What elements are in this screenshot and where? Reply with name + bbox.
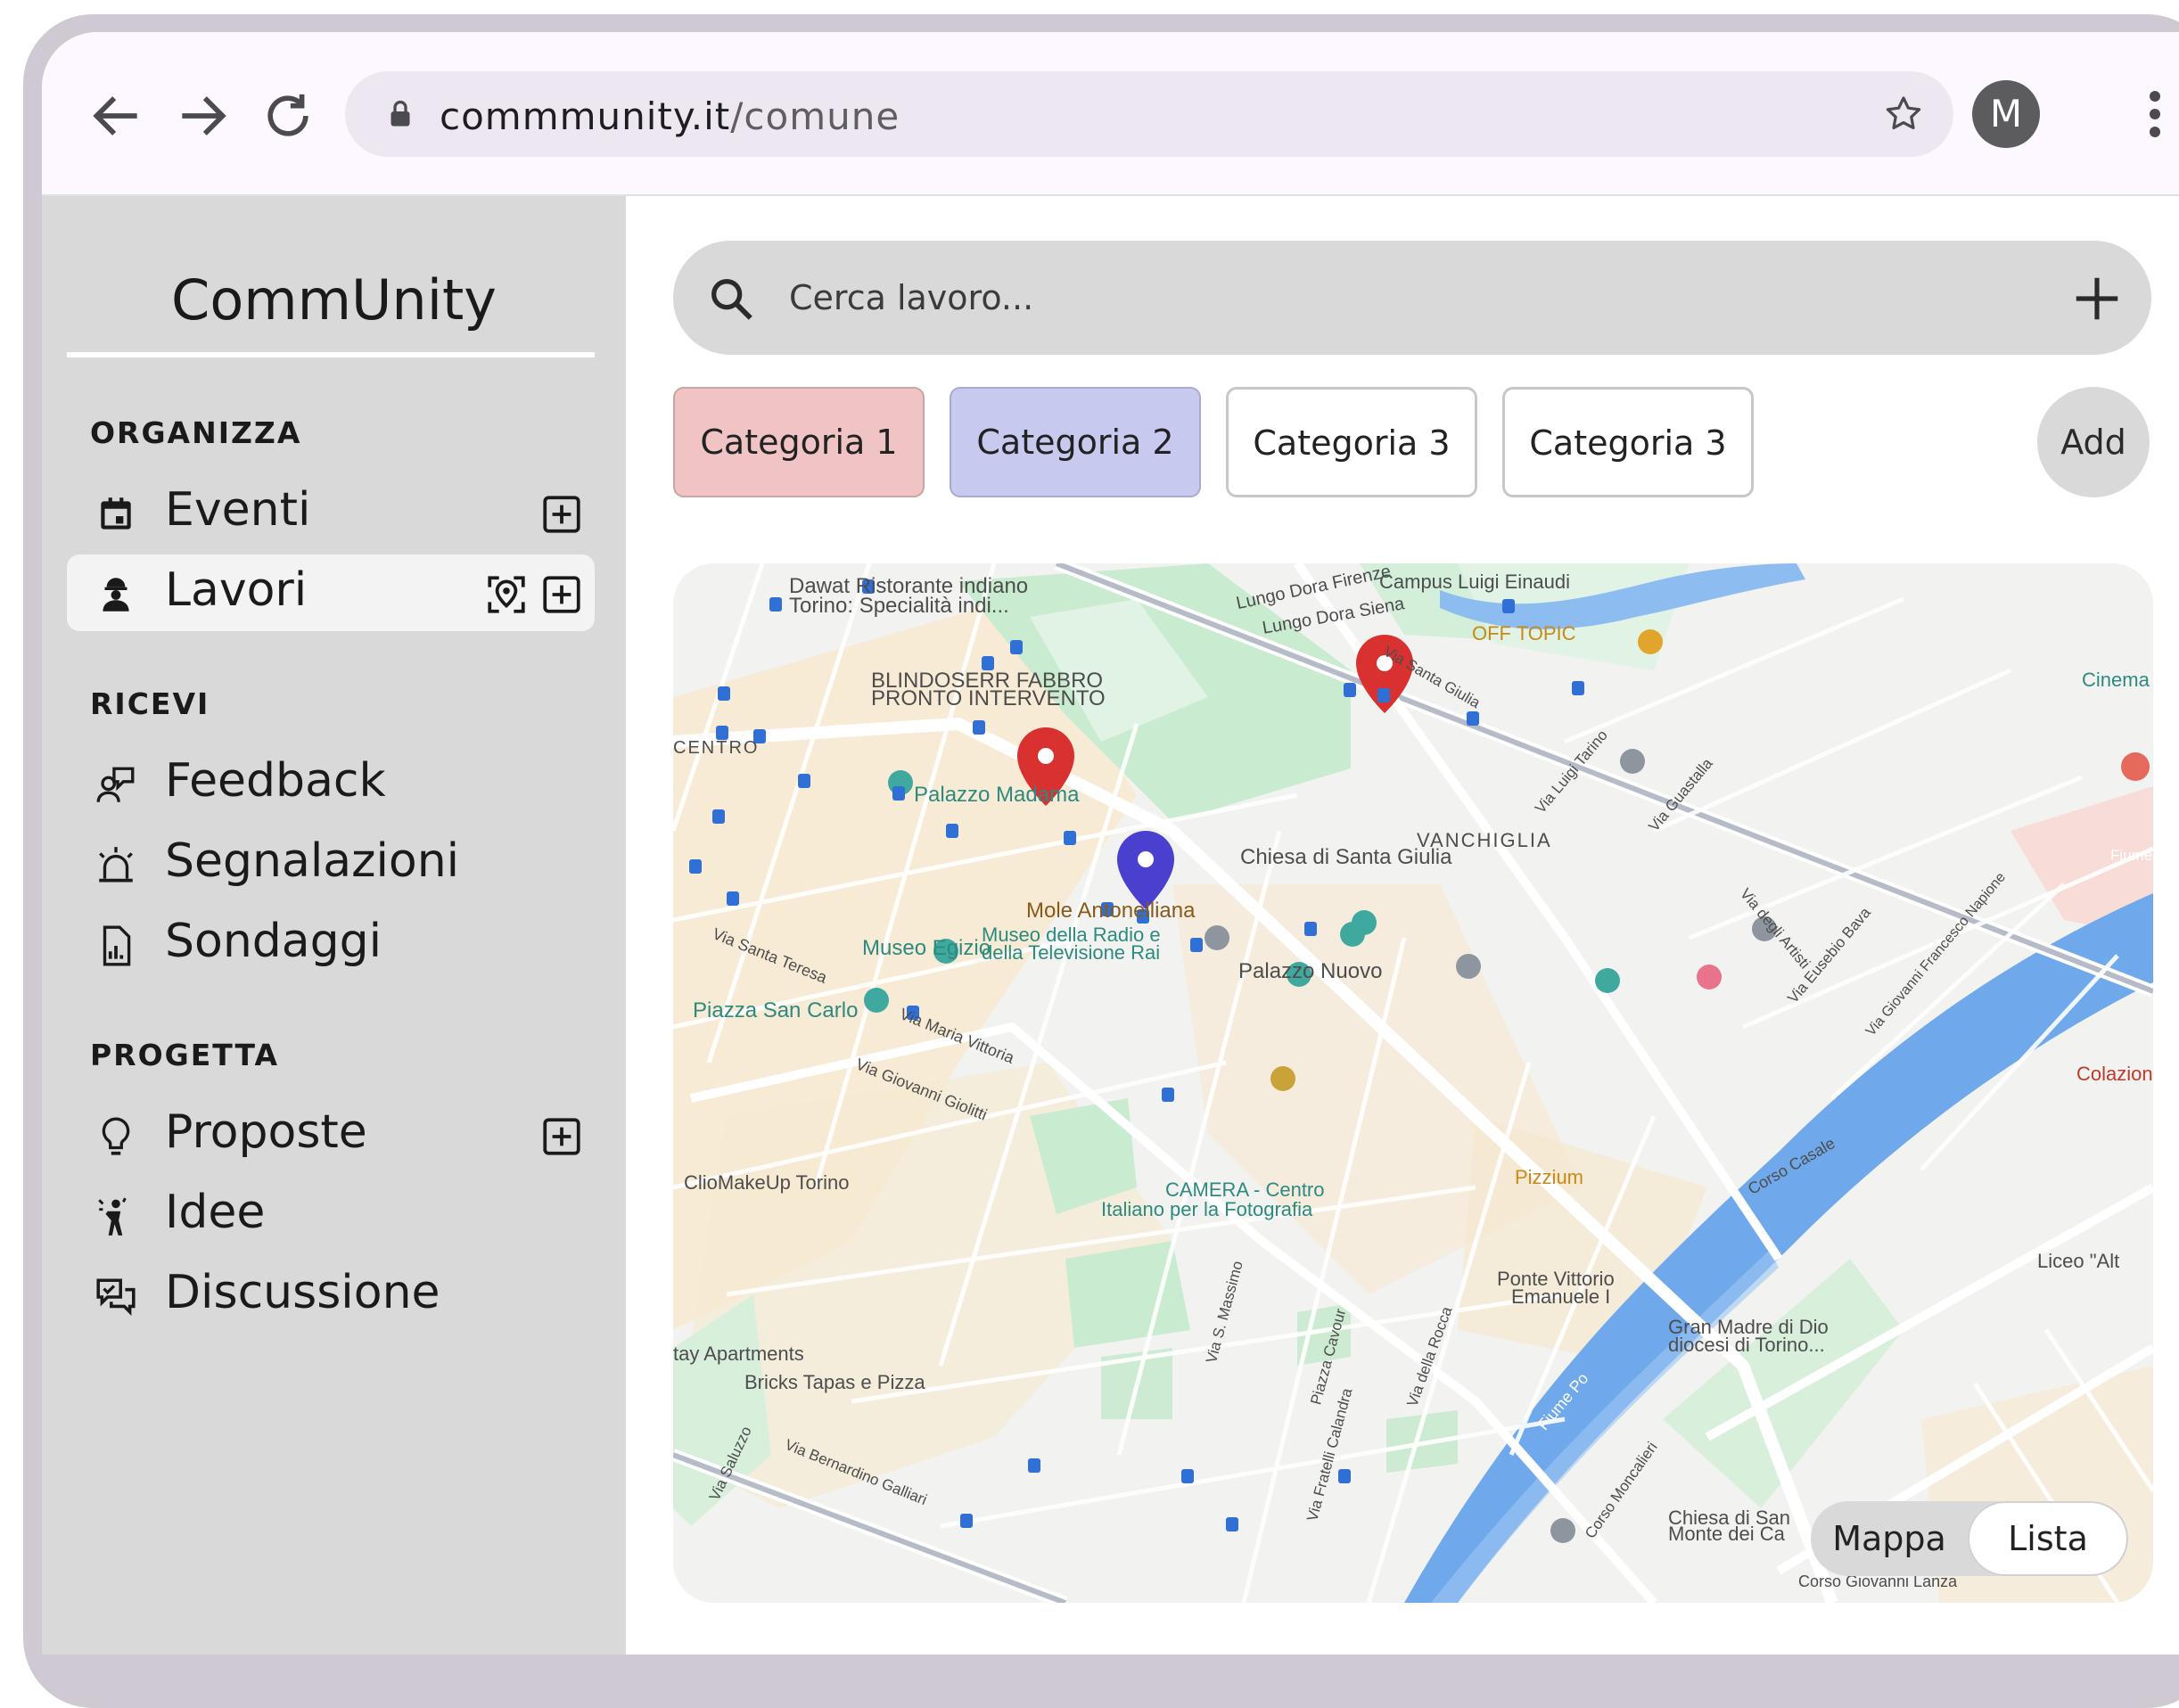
brand-divider — [67, 352, 595, 357]
address-bar[interactable]: commmunity.it/comune — [345, 71, 1953, 157]
app-screen: commmunity.it/comune M CommUnity ORGANIZ… — [42, 32, 2179, 1655]
poll-icon — [103, 925, 131, 966]
map-label: Colazion — [2076, 1063, 2153, 1085]
sidebar-item-label: Idee — [165, 1186, 266, 1239]
chip-categoria-1[interactable]: Categoria 1 — [673, 387, 925, 497]
sidebar-item-label: Lavori — [165, 563, 308, 617]
person-idea-icon — [98, 1197, 127, 1236]
section-title-progetta: PROGETTA — [90, 1038, 280, 1072]
sidebar-item-idee[interactable]: Idee — [67, 1177, 595, 1253]
map-label: della Televisione Rai — [982, 941, 1161, 964]
map-label: diocesi di Torino... — [1668, 1334, 1825, 1356]
sidebar-item-segnalazioni[interactable]: Segnalazioni — [67, 825, 595, 902]
star-icon[interactable] — [1882, 93, 1925, 135]
lock-icon — [391, 100, 410, 127]
map-label: Monte dei Ca — [1668, 1523, 1785, 1545]
calendar-icon — [101, 497, 131, 530]
map-label: ClioMakeUp Torino — [684, 1171, 850, 1194]
map-label: Italiano per la Fotografia — [1101, 1198, 1313, 1220]
sidebar-item-discussione[interactable]: Discussione — [67, 1257, 595, 1334]
sidebar: CommUnity ORGANIZZA Eventi Lavori RICEVI… — [42, 196, 626, 1655]
forum-icon — [96, 1278, 136, 1316]
map-label: Piazza San Carlo — [693, 998, 859, 1022]
map-view-button[interactable]: Mappa — [1811, 1501, 1968, 1576]
sidebar-item-proposte[interactable]: Proposte — [67, 1096, 595, 1173]
chip-categoria-3[interactable]: Categoria 3 — [1226, 387, 1477, 497]
sidebar-item-label: Discussione — [165, 1266, 440, 1319]
map-label: Emanuele I — [1511, 1285, 1611, 1308]
map-label: Cinema F — [2082, 669, 2153, 691]
sidebar-item-lavori[interactable]: Lavori — [67, 554, 595, 631]
section-title-organizza: ORGANIZZA — [90, 415, 302, 450]
siren-icon — [99, 847, 133, 883]
map-label: tay Apartments — [673, 1343, 804, 1365]
url-path: /comune — [730, 94, 900, 138]
add-category-button[interactable]: Add — [2037, 387, 2150, 497]
url-domain: commmunity.it — [440, 94, 731, 138]
map-label: Palazzo Madama — [914, 783, 1080, 807]
map-label: Torino: Specialità indi... — [789, 594, 1009, 618]
brand-title: CommUnity — [171, 267, 497, 333]
lightbulb-icon — [102, 1117, 130, 1155]
map-label: Liceo "Alt — [2037, 1250, 2120, 1272]
location-scan-icon[interactable] — [484, 572, 529, 617]
search-bar[interactable]: Cerca lavoro... — [673, 241, 2151, 355]
browser-toolbar: commmunity.it/comune M — [42, 32, 2179, 196]
more-vert-icon[interactable] — [2142, 87, 2168, 141]
sidebar-item-sondaggi[interactable]: Sondaggi — [67, 906, 595, 982]
add-box-icon[interactable] — [539, 492, 584, 537]
add-box-icon[interactable] — [539, 1114, 584, 1159]
map-label: Pizzium — [1515, 1166, 1584, 1188]
map-label: CENTRO — [673, 738, 760, 758]
feedback-icon — [96, 767, 135, 802]
worker-icon — [103, 578, 129, 612]
sidebar-item-eventi[interactable]: Eventi — [67, 474, 595, 551]
map-label: Bricks Tapas e Pizza — [744, 1371, 925, 1393]
chip-categoria-3b[interactable]: Categoria 3 — [1502, 387, 1754, 497]
add-icon[interactable] — [2069, 271, 2125, 326]
map-label: Campus Luigi Einaudi — [1379, 571, 1571, 593]
map-label: PRONTO INTERVENTO — [871, 686, 1106, 710]
sidebar-item-label: Proposte — [165, 1105, 367, 1159]
search-icon — [711, 279, 752, 320]
section-title-ricevi: RICEVI — [90, 686, 210, 721]
chip-categoria-2[interactable]: Categoria 2 — [950, 387, 1201, 497]
view-toggle[interactable]: Mappa Lista — [1811, 1501, 2128, 1576]
map-label: VANCHIGLIA — [1417, 829, 1552, 851]
map-label: Mole Antonelliana — [1026, 899, 1196, 923]
sidebar-item-label: Feedback — [165, 754, 386, 808]
add-box-icon[interactable] — [539, 572, 584, 617]
url-text[interactable]: commmunity.it/comune — [440, 94, 900, 138]
map-view[interactable]: Dawat Ristorante indiano Torino: Special… — [673, 563, 2153, 1603]
map-label: Fiume — [2110, 847, 2153, 864]
sidebar-item-feedback[interactable]: Feedback — [67, 745, 595, 822]
map-label: Museo Egizio — [862, 936, 991, 960]
forward-arrow-icon[interactable] — [172, 86, 233, 146]
map-label: OFF TOPIC — [1472, 622, 1576, 645]
reload-icon[interactable] — [258, 86, 318, 146]
back-arrow-icon[interactable] — [86, 86, 147, 146]
list-view-button[interactable]: Lista — [1968, 1501, 2128, 1576]
avatar[interactable]: M — [1972, 80, 2040, 148]
sidebar-item-label: Segnalazioni — [165, 834, 460, 888]
sidebar-item-label: Sondaggi — [165, 915, 382, 968]
map-label: Palazzo Nuovo — [1238, 959, 1383, 983]
sidebar-item-label: Eventi — [165, 483, 311, 537]
search-input[interactable]: Cerca lavoro... — [789, 278, 1033, 317]
